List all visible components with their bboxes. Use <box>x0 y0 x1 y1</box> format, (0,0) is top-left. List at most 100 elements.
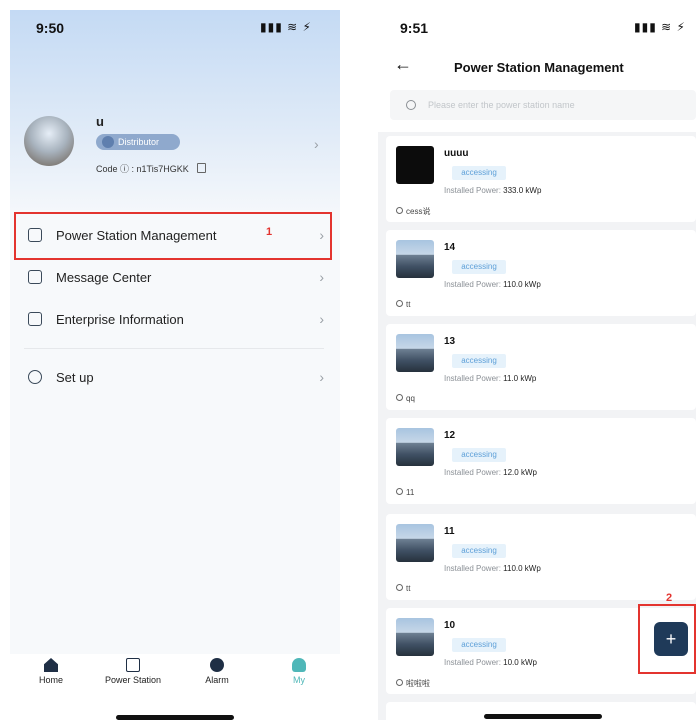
station-card[interactable]: 11 accessing Installed Power: 110.0 kWp … <box>386 514 696 600</box>
user-icon <box>396 584 403 591</box>
user-icon <box>396 679 403 686</box>
user-icon <box>396 488 403 495</box>
installed-power: Installed Power: 110.0 kWp <box>444 564 541 573</box>
search-input[interactable] <box>426 99 690 111</box>
user-name: u <box>96 114 104 129</box>
owner-name: tt <box>406 584 411 593</box>
station-name: 11 <box>444 526 455 537</box>
chevron-right-icon: › <box>319 369 324 385</box>
power-value: 11.0 kWp <box>503 374 537 383</box>
power-label: Installed Power: <box>444 186 501 195</box>
station-thumbnail <box>396 146 434 184</box>
station-thumbnail <box>396 334 434 372</box>
status-time: 9:50 <box>36 20 65 36</box>
tab-label: Alarm <box>205 675 229 685</box>
station-owner: tt <box>396 584 410 593</box>
profile-screen: 9:50 ▮▮▮ ≋ ⚡ u Distributor Code ⓘ : n1Ti… <box>10 10 340 720</box>
tab-label: Home <box>38 675 63 685</box>
owner-name: 11 <box>406 488 415 497</box>
installed-power: Installed Power: 10.0 kWp <box>444 658 537 667</box>
tab-label: Power Station <box>104 675 162 685</box>
status-badge: accessing <box>452 638 506 652</box>
power-label: Installed Power: <box>444 658 501 667</box>
station-thumbnail <box>396 524 434 562</box>
menu-label: Enterprise Information <box>56 311 184 327</box>
installed-power: Installed Power: 11.0 kWp <box>444 374 536 383</box>
user-code-text: Code ⓘ : n1Tis7HGKK <box>96 164 189 174</box>
installed-power: Installed Power: 333.0 kWp <box>444 186 541 195</box>
power-value: 333.0 kWp <box>503 186 542 195</box>
header-background <box>10 10 340 210</box>
home-icon <box>44 658 58 672</box>
menu-set-up[interactable]: Set up › <box>14 358 332 396</box>
annotation-number-1: 1 <box>266 226 273 238</box>
annotation-box-2 <box>638 604 696 674</box>
person-icon <box>292 658 306 672</box>
station-thumbnail <box>396 618 434 656</box>
back-arrow-icon[interactable]: ← <box>394 54 412 75</box>
status-badge: accessing <box>452 448 506 462</box>
station-thumbnail <box>396 428 434 466</box>
power-label: Installed Power: <box>444 468 501 477</box>
station-card[interactable]: uuuu accessing Installed Power: 333.0 kW… <box>386 136 696 222</box>
tab-label: My <box>293 675 305 685</box>
user-icon <box>396 300 403 307</box>
tab-alarm[interactable]: Alarm <box>200 658 234 685</box>
power-value: 110.0 kWp <box>503 564 541 573</box>
power-label: Installed Power: <box>444 374 501 383</box>
menu-divider <box>24 348 324 349</box>
station-name: 14 <box>444 242 456 253</box>
avatar[interactable] <box>24 116 74 166</box>
tab-power-station[interactable]: Power Station <box>98 658 168 685</box>
chevron-right-icon: › <box>319 269 324 285</box>
tab-home[interactable]: Home <box>34 658 68 685</box>
menu-message-center[interactable]: Message Center › <box>14 258 332 296</box>
annotation-number-2: 2 <box>666 592 673 604</box>
owner-name: qq <box>406 394 415 403</box>
station-owner: 11 <box>396 488 414 497</box>
station-name: 12 <box>444 430 456 441</box>
home-indicator <box>484 714 602 719</box>
station-name: uuuu <box>444 148 469 159</box>
role-badge: Distributor <box>96 134 180 150</box>
station-owner: qq <box>396 394 415 403</box>
user-icon <box>396 207 403 214</box>
tab-bar: Home Power Station Alarm My <box>10 654 340 720</box>
station-owner: cess说 <box>396 206 430 217</box>
owner-name: 啦啦啦 <box>406 679 430 688</box>
message-icon <box>28 270 42 284</box>
role-badge-label: Distributor <box>118 137 160 147</box>
page-header: 9:51 ▮▮▮ ≋ ⚡ ← Power Station Management <box>378 10 696 132</box>
annotation-box-1 <box>14 212 332 260</box>
status-badge: accessing <box>452 354 506 368</box>
settings-icon <box>28 370 42 384</box>
power-station-list-screen: 9:51 ▮▮▮ ≋ ⚡ ← Power Station Management … <box>378 10 696 720</box>
installed-power: Installed Power: 110.0 kWp <box>444 280 541 289</box>
enterprise-icon <box>28 312 42 326</box>
station-name: 10 <box>444 620 456 631</box>
menu-label: Set up <box>56 369 94 385</box>
user-code: Code ⓘ : n1Tis7HGKK <box>96 162 207 175</box>
status-icons: ▮▮▮ ≋ ⚡ <box>260 20 312 34</box>
search-icon <box>406 100 416 110</box>
page-title: Power Station Management <box>454 60 624 75</box>
search-bar[interactable] <box>390 90 696 120</box>
menu-label: Message Center <box>56 269 152 285</box>
alarm-icon <box>210 658 224 672</box>
status-icons: ▮▮▮ ≋ ⚡ <box>634 20 686 34</box>
station-thumbnail <box>396 240 434 278</box>
tab-my[interactable]: My <box>282 658 316 685</box>
power-label: Installed Power: <box>444 564 501 573</box>
copy-icon[interactable] <box>197 163 207 173</box>
station-card[interactable]: 13 accessing Installed Power: 11.0 kWp q… <box>386 324 696 410</box>
profile-chevron-icon[interactable]: › <box>314 136 319 152</box>
home-indicator <box>116 715 234 720</box>
power-value: 10.0 kWp <box>503 658 537 667</box>
status-badge: accessing <box>452 544 506 558</box>
menu-enterprise-information[interactable]: Enterprise Information › <box>14 300 332 338</box>
station-card[interactable]: 14 accessing Installed Power: 110.0 kWp … <box>386 230 696 316</box>
power-value: 110.0 kWp <box>503 280 541 289</box>
station-card[interactable]: 12 accessing Installed Power: 12.0 kWp 1… <box>386 418 696 504</box>
station-name: 13 <box>444 336 456 347</box>
owner-name: tt <box>406 300 411 309</box>
